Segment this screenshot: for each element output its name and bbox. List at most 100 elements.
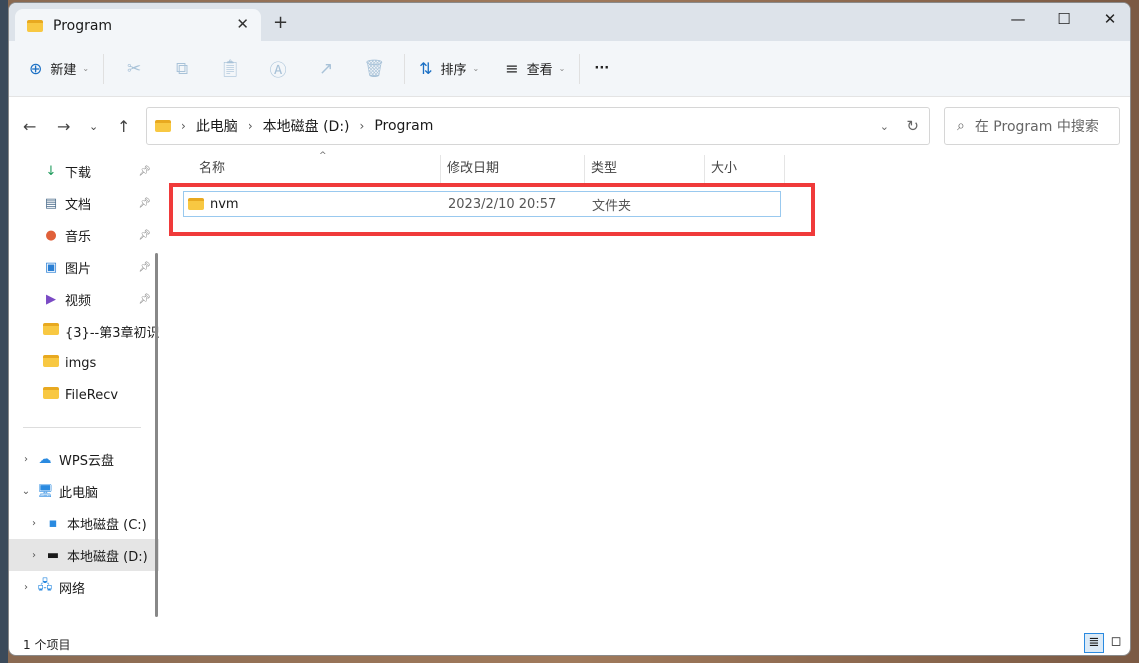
sidebar-label: 本地磁盘 (D:) bbox=[67, 546, 148, 565]
breadcrumb-program[interactable]: Program bbox=[374, 118, 433, 134]
folder-icon bbox=[155, 120, 171, 132]
chevron-right-icon[interactable]: › bbox=[27, 518, 41, 529]
sidebar-label: 本地磁盘 (C:) bbox=[67, 514, 147, 533]
pin-icon: 📌︎ bbox=[138, 262, 151, 273]
delete-icon[interactable]: 🗑︎ bbox=[350, 59, 398, 79]
sidebar-item-imgs[interactable]: imgs bbox=[9, 347, 159, 379]
separator-icon: › bbox=[248, 119, 253, 133]
separator-icon: › bbox=[181, 119, 186, 133]
sidebar-label: 下载 bbox=[65, 162, 91, 181]
separator-icon: › bbox=[360, 119, 365, 133]
column-name[interactable]: 名称 bbox=[169, 155, 441, 183]
forward-icon[interactable]: → bbox=[57, 117, 70, 136]
sidebar-item-downloads[interactable]: ↓ 下载 📌︎ bbox=[9, 155, 159, 187]
folder-icon bbox=[43, 355, 59, 371]
column-size[interactable]: 大小 bbox=[705, 155, 785, 183]
download-icon: ↓ bbox=[43, 164, 59, 179]
tab-title: Program bbox=[53, 18, 112, 34]
more-button[interactable]: ··· bbox=[586, 52, 617, 86]
plus-circle-icon: ⊕ bbox=[29, 59, 42, 78]
sidebar-label: 此电脑 bbox=[59, 482, 98, 501]
close-window-button[interactable]: ✕ bbox=[1087, 7, 1131, 35]
chevron-right-icon[interactable]: › bbox=[19, 582, 33, 593]
sidebar-item-filerecv[interactable]: FileRecv bbox=[9, 379, 159, 411]
pin-icon: 📌︎ bbox=[138, 198, 151, 209]
sidebar-item-music[interactable]: ●音乐📌︎ bbox=[9, 219, 159, 251]
up-icon[interactable]: ↑ bbox=[117, 117, 130, 136]
toolbar: ⊕新建⌄ ✂ ⧉ 📋︎ Ⓐ ↗ 🗑︎ ⇅ 排序 ⌄ ≡ 查看 ⌄ ··· bbox=[9, 41, 1130, 97]
view-label: 查看 bbox=[527, 59, 553, 78]
copy-icon[interactable]: ⧉ bbox=[158, 59, 206, 79]
divider bbox=[579, 54, 580, 84]
column-headers: 名称 修改日期 类型 大小 bbox=[169, 155, 1130, 183]
details-view-icon[interactable]: ≣ bbox=[1084, 633, 1104, 653]
title-bar: Program ✕ + — ☐ ✕ bbox=[9, 3, 1130, 41]
sort-button[interactable]: ⇅排序⌄ bbox=[411, 52, 487, 86]
back-icon[interactable]: ← bbox=[23, 117, 36, 136]
pin-icon: 📌︎ bbox=[138, 166, 151, 177]
recent-chevron-icon[interactable]: ⌄ bbox=[89, 120, 98, 133]
sort-icon: ⇅ bbox=[419, 59, 432, 78]
chevron-down-icon[interactable]: ⌄ bbox=[19, 486, 33, 497]
computer-icon: 🖥︎ bbox=[37, 484, 53, 499]
drive-icon: ▬ bbox=[45, 548, 61, 563]
sort-ascending-icon: ^ bbox=[319, 151, 327, 161]
pin-icon: 📌︎ bbox=[138, 230, 151, 241]
cloud-icon: ☁ bbox=[37, 452, 53, 467]
address-bar[interactable]: › 此电脑 › 本地磁盘 (D:) › Program ⌄ ↻ bbox=[146, 107, 930, 145]
sidebar-item-videos[interactable]: ▶视频📌︎ bbox=[9, 283, 159, 315]
new-tab-button[interactable]: + bbox=[273, 12, 288, 33]
sort-label: 排序 bbox=[441, 59, 467, 78]
refresh-icon[interactable]: ↻ bbox=[906, 117, 919, 135]
minimize-button[interactable]: — bbox=[995, 7, 1041, 35]
sidebar-scrollbar[interactable] bbox=[155, 253, 158, 617]
chevron-down-icon: ⌄ bbox=[559, 64, 566, 73]
rename-icon[interactable]: Ⓐ bbox=[254, 56, 302, 81]
divider bbox=[9, 411, 159, 443]
folder-icon bbox=[43, 387, 59, 403]
pin-icon: 📌︎ bbox=[138, 294, 151, 305]
document-icon: ▤ bbox=[43, 196, 59, 211]
chevron-right-icon[interactable]: › bbox=[27, 550, 41, 561]
column-date[interactable]: 修改日期 bbox=[441, 155, 585, 183]
paste-icon[interactable]: 📋︎ bbox=[206, 59, 254, 79]
list-icon: ≡ bbox=[505, 59, 518, 78]
search-icon: ⌕ bbox=[957, 118, 965, 134]
tab-program[interactable]: Program ✕ bbox=[15, 9, 261, 43]
sidebar-item-drive-d[interactable]: › ▬ 本地磁盘 (D:) bbox=[9, 539, 159, 571]
sidebar-item-pictures[interactable]: ▣图片📌︎ bbox=[9, 251, 159, 283]
sidebar-item-drive-c[interactable]: ›▪本地磁盘 (C:) bbox=[9, 507, 159, 539]
search-placeholder: 在 Program 中搜索 bbox=[975, 116, 1099, 136]
breadcrumb-this-pc[interactable]: 此电脑 bbox=[196, 116, 238, 136]
sidebar-item-wps-cloud[interactable]: › ☁ WPS云盘 bbox=[9, 443, 159, 475]
sidebar-label: 图片 bbox=[65, 258, 91, 277]
sidebar-item-documents[interactable]: ▤ 文档 📌︎ bbox=[9, 187, 159, 219]
sidebar-label: imgs bbox=[65, 356, 96, 371]
network-icon: 🖧 bbox=[37, 576, 53, 598]
sidebar-item-network[interactable]: › 🖧 网络 bbox=[9, 571, 159, 603]
chevron-right-icon[interactable]: › bbox=[19, 454, 33, 465]
view-button[interactable]: ≡ 查看 ⌄ bbox=[497, 52, 573, 86]
sidebar-label: WPS云盘 bbox=[59, 450, 114, 469]
share-icon[interactable]: ↗ bbox=[302, 59, 350, 79]
sidebar-item-folder[interactable]: {3}--第3章初识 bbox=[9, 315, 159, 347]
file-explorer-window: Program ✕ + — ☐ ✕ ⊕新建⌄ ✂ ⧉ 📋︎ Ⓐ ↗ 🗑︎ ⇅ 排序… bbox=[8, 2, 1131, 656]
search-input[interactable]: ⌕ 在 Program 中搜索 bbox=[944, 107, 1120, 145]
highlight-annotation bbox=[169, 183, 815, 236]
sidebar-item-this-pc[interactable]: ⌄ 🖥︎ 此电脑 bbox=[9, 475, 159, 507]
maximize-button[interactable]: ☐ bbox=[1041, 7, 1087, 35]
chevron-down-icon: ⌄ bbox=[82, 64, 89, 73]
status-item-count: 1 个项目 bbox=[23, 636, 70, 653]
sidebar-label: 音乐 bbox=[65, 226, 91, 245]
close-tab-button[interactable]: ✕ bbox=[236, 15, 249, 33]
cut-icon[interactable]: ✂ bbox=[110, 59, 158, 79]
breadcrumb-drive-d[interactable]: 本地磁盘 (D:) bbox=[263, 116, 350, 136]
navigation-row: ← → ⌄ ↑ › 此电脑 › 本地磁盘 (D:) › Program ⌄ ↻ ⌕ 在… bbox=[9, 97, 1130, 155]
sidebar-label: 文档 bbox=[65, 194, 91, 213]
new-button[interactable]: ⊕新建⌄ bbox=[21, 52, 97, 86]
history-chevron-icon[interactable]: ⌄ bbox=[880, 120, 889, 133]
folder-icon bbox=[27, 20, 43, 32]
sidebar-label: 网络 bbox=[59, 578, 85, 597]
column-type[interactable]: 类型 bbox=[585, 155, 705, 183]
tiles-view-icon[interactable]: ◻ bbox=[1106, 633, 1126, 653]
